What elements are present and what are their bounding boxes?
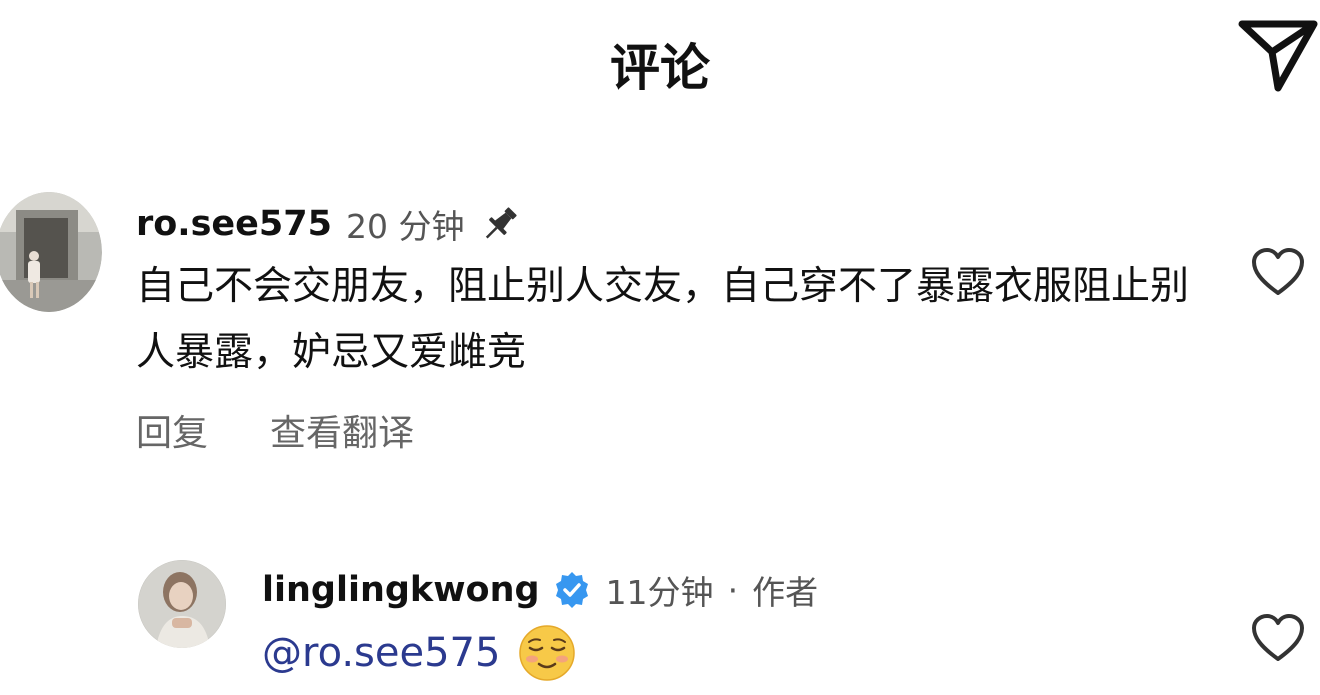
author-label: 作者 <box>752 573 819 612</box>
page-title: 评论 <box>610 39 710 97</box>
avatar[interactable] <box>0 192 102 312</box>
pin-icon <box>486 207 518 239</box>
avatar[interactable] <box>138 560 226 648</box>
comment-username[interactable]: linglingkwong <box>262 570 540 610</box>
comment-timestamp: 11分钟 <box>605 573 714 612</box>
comment-text: 自己不会交朋友，阻止别人交友，自己穿不了暴露衣服阻止别人暴露，妒忌又爱雌竞 <box>136 264 1190 375</box>
heart-icon[interactable] <box>1250 246 1306 298</box>
heart-icon[interactable] <box>1250 612 1306 664</box>
verified-badge-icon <box>555 572 588 608</box>
separator-dot: · <box>727 570 739 610</box>
comment-username[interactable]: ro.see575 <box>136 204 332 244</box>
reply-button[interactable]: 回复 <box>136 404 208 456</box>
see-translation-button[interactable]: 查看翻译 <box>270 404 414 456</box>
relieved-face-emoji-icon <box>519 625 576 681</box>
mention-link[interactable]: @ro.see575 <box>262 630 500 676</box>
send-icon[interactable] <box>1236 18 1320 94</box>
comment-timestamp: 20 分钟 <box>345 207 465 246</box>
